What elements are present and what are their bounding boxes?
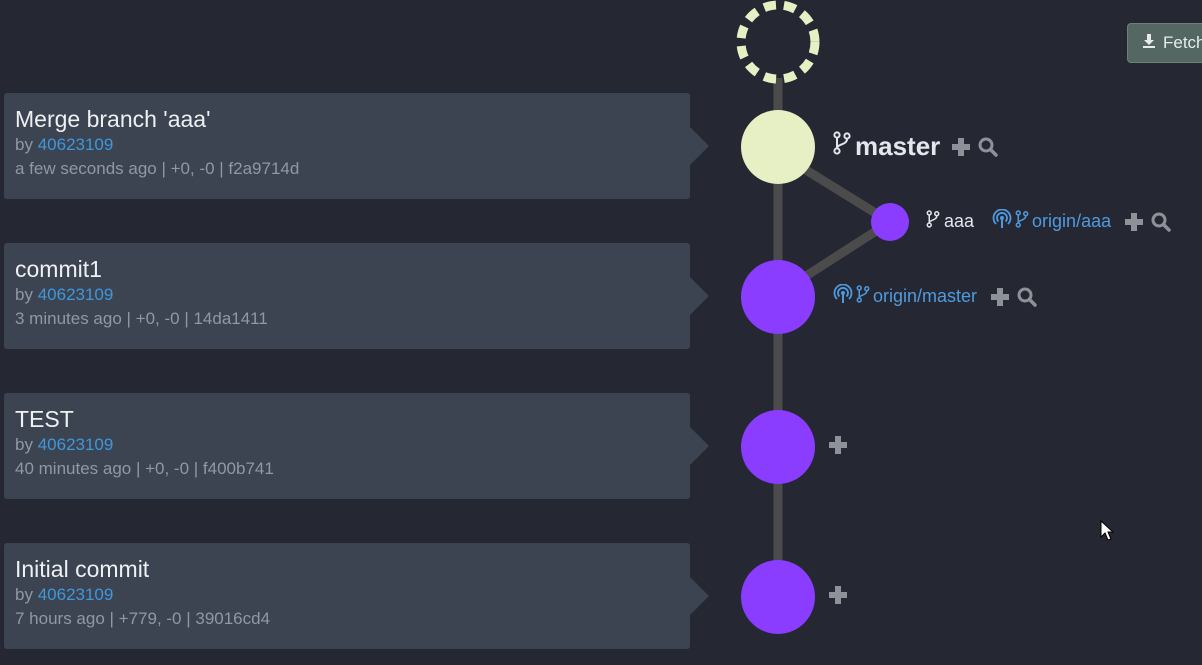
commit-node[interactable] [741, 410, 815, 484]
remote-branch-label: origin/master [873, 286, 978, 306]
branch-ref-aaa[interactable]: aaa [926, 210, 974, 233]
fetch-button[interactable]: Fetch [1127, 23, 1202, 63]
branch-icon [926, 210, 940, 233]
plus-icon[interactable] [829, 586, 847, 604]
card-pointer [690, 277, 709, 315]
commit-title: TEST [15, 406, 74, 432]
commit-author-line: by 40623109 [15, 134, 679, 156]
remote-branch-label: origin/aaa [1032, 211, 1112, 231]
branch-label: master [855, 131, 941, 161]
fetch-label: Fetch [1163, 33, 1202, 52]
refs-initial [829, 586, 847, 604]
plus-icon[interactable] [829, 436, 847, 454]
card-pointer [690, 577, 709, 615]
commit-author-line: by 40623109 [15, 584, 679, 606]
commit-meta: 7 hours ago | +779, -0 | 39016cd4 [15, 609, 271, 628]
commit-node-head[interactable] [741, 110, 815, 184]
branch-label: aaa [944, 211, 975, 231]
branch-ref-master[interactable]: master [833, 131, 940, 162]
by-label: by [15, 585, 33, 604]
branch-icon [1015, 210, 1029, 233]
commit-card[interactable]: Merge branch 'aaa' by 40623109 a few sec… [4, 93, 709, 199]
remote-ref-origin-master[interactable]: origin/master [833, 283, 978, 309]
commit-author-line: by 40623109 [15, 434, 679, 456]
download-icon [1142, 33, 1156, 54]
commit-title: Merge branch 'aaa' [15, 106, 211, 132]
search-icon[interactable] [978, 137, 999, 157]
commit-card[interactable]: TEST by 40623109 40 minutes ago | +0, -0… [4, 393, 709, 499]
refs-branch-aaa: aaa origin/aaa [926, 208, 1171, 234]
commit-node[interactable] [741, 260, 815, 334]
card-pointer [690, 127, 709, 165]
card-pointer [690, 427, 709, 465]
pending-commit-node[interactable] [736, 0, 820, 84]
commit-card[interactable]: commit1 by 40623109 3 minutes ago | +0, … [4, 243, 709, 349]
search-icon[interactable] [1017, 287, 1037, 307]
commit-node[interactable] [741, 560, 815, 634]
author-link[interactable]: 40623109 [38, 435, 114, 454]
by-label: by [15, 135, 33, 154]
remote-icon [833, 283, 853, 309]
plus-icon[interactable] [952, 137, 971, 156]
by-label: by [15, 285, 33, 304]
commit-title: Initial commit [15, 556, 150, 582]
commit-meta: 40 minutes ago | +0, -0 | f400b741 [15, 459, 274, 478]
author-link[interactable]: 40623109 [38, 585, 114, 604]
commit-author-line: by 40623109 [15, 284, 679, 306]
mouse-cursor-icon [1100, 520, 1114, 541]
plus-icon[interactable] [991, 287, 1010, 306]
plus-icon[interactable] [1125, 212, 1144, 231]
refs-head: master [833, 131, 999, 162]
commit-meta: 3 minutes ago | +0, -0 | 14da1411 [15, 309, 268, 328]
commit-title: commit1 [15, 256, 102, 282]
search-icon[interactable] [1151, 212, 1171, 232]
refs-commit1: origin/master [833, 283, 1037, 309]
remote-ref-origin-aaa[interactable]: origin/aaa [992, 208, 1112, 234]
remote-icon [992, 208, 1012, 234]
by-label: by [15, 435, 33, 454]
author-link[interactable]: 40623109 [38, 285, 114, 304]
commit-card[interactable]: Initial commit by 40623109 7 hours ago |… [4, 543, 709, 649]
author-link[interactable]: 40623109 [38, 135, 114, 154]
refs-test [829, 436, 847, 454]
commit-node-branch[interactable] [871, 203, 909, 241]
branch-icon [856, 285, 870, 308]
commit-meta: a few seconds ago | +0, -0 | f2a9714d [15, 159, 300, 178]
branch-icon [833, 131, 851, 162]
